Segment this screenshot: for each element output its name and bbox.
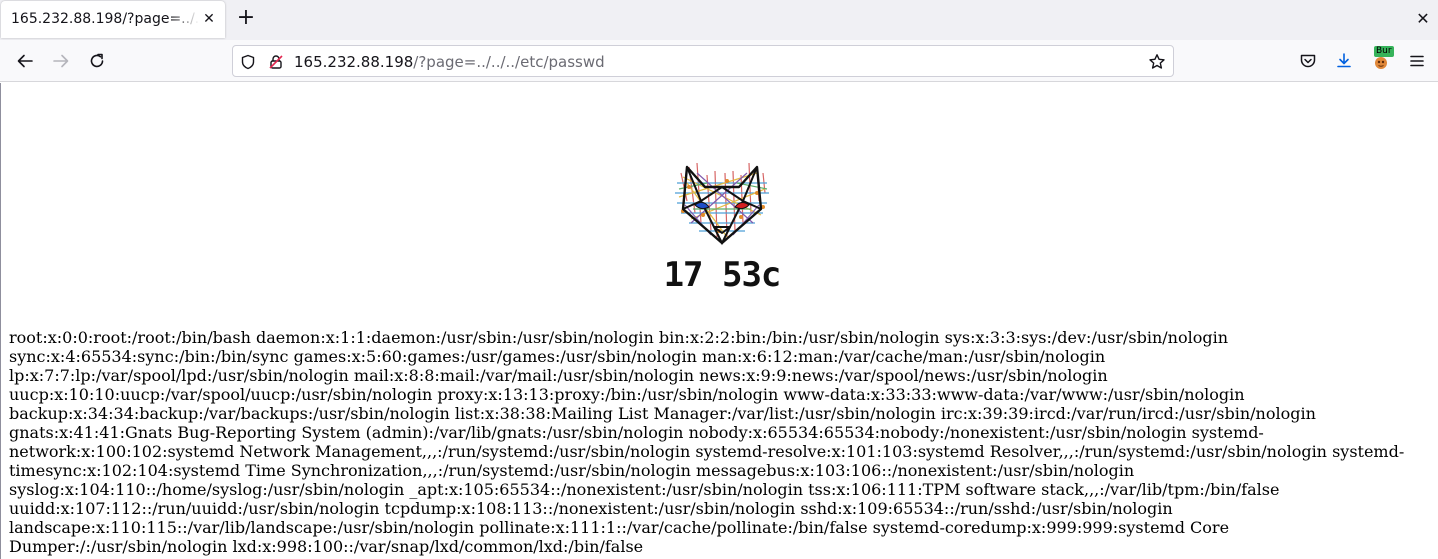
logo-text: 17 53c bbox=[663, 255, 782, 295]
bookmark-star-icon[interactable] bbox=[1147, 52, 1167, 72]
browser-tab[interactable]: 165.232.88.198/?page=../../../etc/passwd… bbox=[1, 1, 225, 38]
forward-icon[interactable] bbox=[49, 49, 73, 73]
pocket-icon[interactable] bbox=[1296, 49, 1320, 73]
back-icon[interactable] bbox=[13, 49, 37, 73]
new-tab-button[interactable]: + bbox=[233, 6, 259, 32]
insecure-lock-icon[interactable] bbox=[267, 53, 285, 71]
shield-icon[interactable] bbox=[239, 53, 257, 71]
window-close-icon[interactable]: ✕ bbox=[1413, 8, 1433, 30]
tab-title: 165.232.88.198/?page=../../../etc/passwd bbox=[11, 11, 199, 27]
tab-strip: 165.232.88.198/?page=../../../etc/passwd… bbox=[0, 0, 1438, 40]
hamburger-menu-icon[interactable] bbox=[1405, 49, 1429, 73]
fox-logo bbox=[675, 162, 769, 246]
navigation-toolbar: 165.232.88.198/?page=../../../etc/passwd… bbox=[0, 40, 1438, 82]
reload-icon[interactable] bbox=[85, 49, 109, 73]
page-content: 17 53c root:x:0:0:root:/root:/bin/bash d… bbox=[0, 83, 1438, 559]
url-text[interactable]: 165.232.88.198/?page=../../../etc/passwd bbox=[294, 52, 605, 72]
address-bar[interactable]: 165.232.88.198/?page=../../../etc/passwd bbox=[232, 45, 1174, 77]
passwd-file-content: root:x:0:0:root:/root:/bin/bash daemon:x… bbox=[9, 328, 1405, 556]
burp-badge: Bur bbox=[1374, 46, 1394, 57]
tab-close-icon[interactable]: ✕ bbox=[201, 9, 217, 29]
url-path: /?page=../../../etc/passwd bbox=[413, 53, 605, 71]
download-icon[interactable] bbox=[1332, 49, 1356, 73]
url-host: 165.232.88.198 bbox=[294, 53, 414, 71]
